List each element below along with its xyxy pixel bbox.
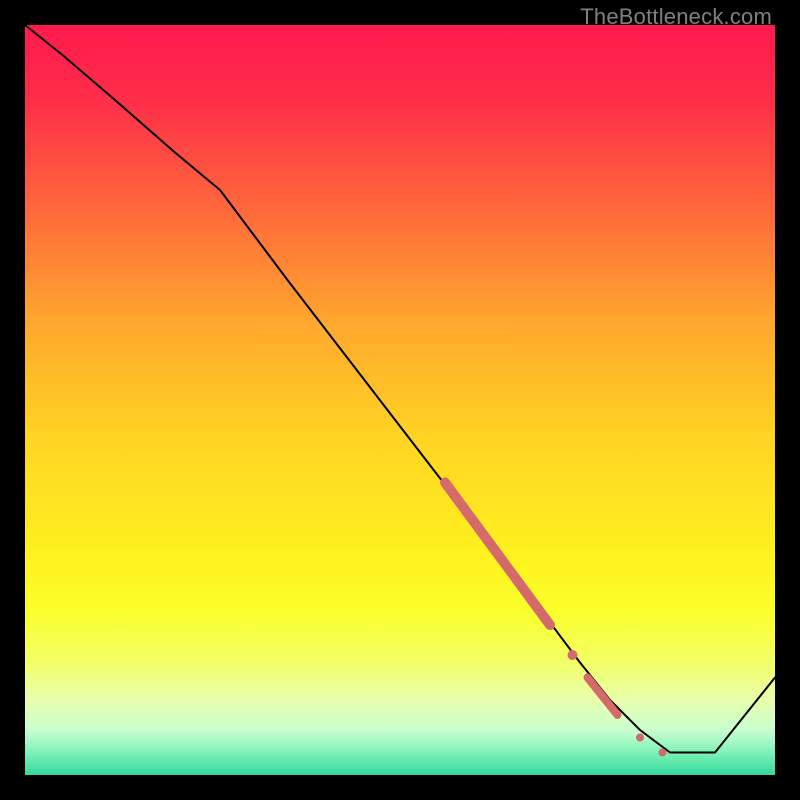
marker-dot-3 — [659, 749, 667, 757]
marker-dot-2 — [636, 734, 644, 742]
chart-background — [25, 25, 775, 775]
chart-svg — [25, 25, 775, 775]
chart-frame: TheBottleneck.com — [0, 0, 800, 800]
marker-dot-1 — [568, 650, 578, 660]
chart-plot-area — [25, 25, 775, 775]
